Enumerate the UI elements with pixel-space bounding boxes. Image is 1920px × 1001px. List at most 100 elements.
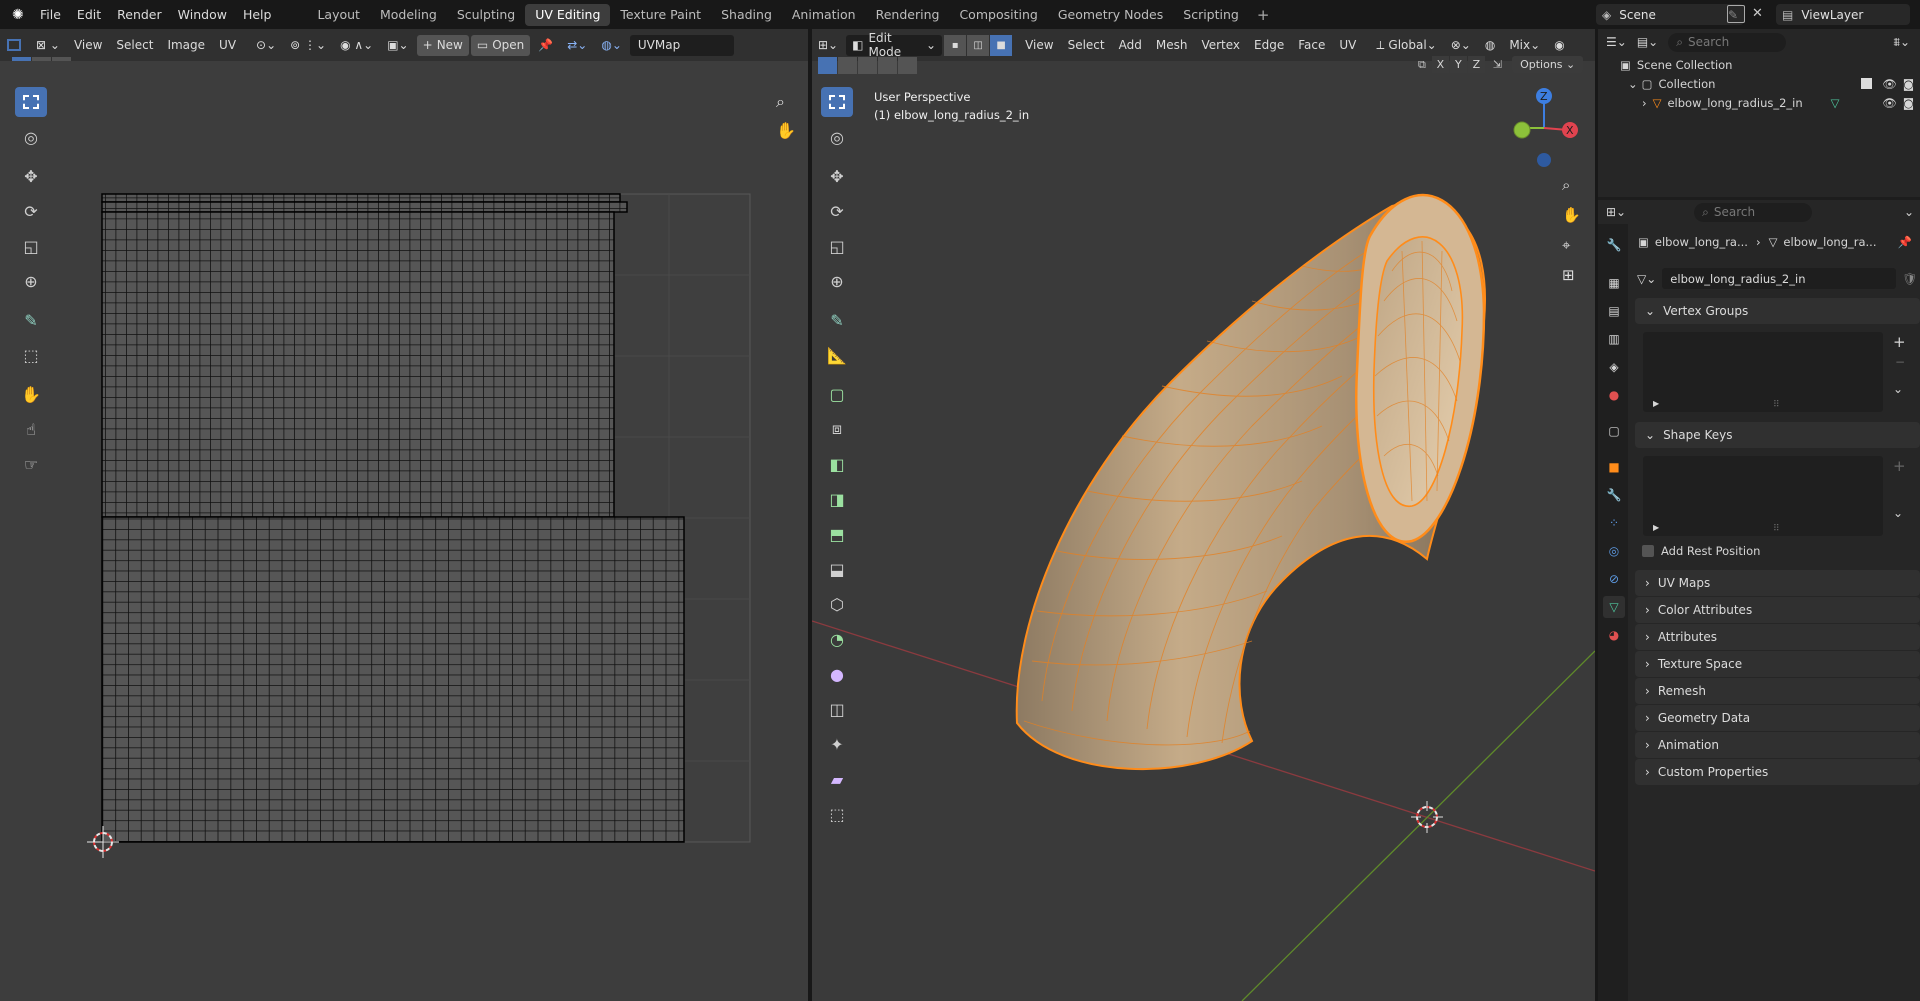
outliner-row-scene-collection[interactable]: ▣ Scene Collection: [1598, 55, 1920, 74]
delete-scene-icon[interactable]: ✕: [1752, 6, 1763, 21]
orientation-selector[interactable]: ⟂ Global ⌄: [1370, 35, 1442, 56]
breadcrumb-mesh[interactable]: elbow_long_ra...: [1783, 235, 1876, 249]
vp-select-intersect[interactable]: [898, 57, 917, 74]
menu-edit[interactable]: Edit: [69, 7, 109, 22]
vp-select-set[interactable]: [818, 57, 837, 74]
mirror-z-toggle[interactable]: Z: [1467, 56, 1485, 73]
edge-select-button[interactable]: ◫: [967, 34, 990, 56]
constraints-tab[interactable]: ⊘: [1603, 568, 1625, 590]
list-resize-handle[interactable]: ⠿: [1773, 400, 1780, 410]
uv-menu-view[interactable]: View: [68, 35, 108, 56]
tab-geometry-nodes[interactable]: Geometry Nodes: [1048, 4, 1173, 26]
face-select-button[interactable]: ■: [990, 34, 1013, 56]
uv-island-upper[interactable]: [101, 211, 615, 518]
inset-tool[interactable]: ◧: [821, 449, 853, 479]
vp-move-tool[interactable]: ✥: [821, 161, 853, 191]
vp-scale-tool[interactable]: ◱: [821, 231, 853, 261]
mesh-browse-icon[interactable]: ▽⌄: [1637, 272, 1656, 286]
mesh-data-icon[interactable]: ▽: [1831, 96, 1840, 110]
list-expand-icon[interactable]: ▶: [1653, 523, 1659, 532]
menu-window[interactable]: Window: [170, 7, 235, 22]
vp-menu-view[interactable]: View: [1019, 35, 1059, 56]
spin-tool[interactable]: ◔: [821, 624, 853, 654]
vp-zoom-icon[interactable]: ⌕: [1562, 176, 1581, 194]
add-vertex-group-button[interactable]: +: [1893, 333, 1906, 351]
tool-tab[interactable]: 🔧: [1603, 234, 1625, 256]
outliner-display-icon[interactable]: ▤⌄: [1637, 35, 1658, 49]
add-rest-position-checkbox[interactable]: [1642, 545, 1654, 557]
mirror-icon[interactable]: ⧉: [1418, 58, 1426, 72]
tab-layout[interactable]: Layout: [307, 4, 370, 26]
panel-vertex-groups[interactable]: ⌄ Vertex Groups: [1635, 298, 1920, 324]
tab-modeling[interactable]: Modeling: [370, 4, 447, 26]
loop-cut-tool[interactable]: ⬒: [821, 519, 853, 549]
vp-menu-uv[interactable]: UV: [1333, 35, 1362, 56]
uv-canvas-svg[interactable]: [0, 61, 808, 1001]
uv-island-lower[interactable]: [101, 516, 685, 843]
shear-tool[interactable]: ▰: [821, 764, 853, 794]
snap-icon[interactable]: ⊚ ⋮⌄: [284, 35, 332, 56]
snap-magnet-icon[interactable]: ◍: [1479, 35, 1501, 56]
relax-tool[interactable]: ☝: [15, 414, 47, 444]
annotate-tool[interactable]: ✎: [15, 305, 47, 335]
vp-annotate-tool[interactable]: ✎: [821, 305, 853, 335]
tab-animation[interactable]: Animation: [782, 4, 866, 26]
gizmo-y-icon[interactable]: [1513, 121, 1531, 139]
proportional-edit-icon[interactable]: ◉: [1548, 35, 1570, 56]
proportional-icon[interactable]: ◉ ∧⌄: [334, 35, 379, 56]
panel-attributes[interactable]: › Attributes: [1635, 624, 1920, 650]
vp-rotate-tool[interactable]: ⟳: [821, 196, 853, 226]
remove-vertex-group-button[interactable]: −: [1895, 355, 1905, 369]
vp-transform-tool[interactable]: ⊕: [821, 266, 853, 296]
extrude-tool[interactable]: ⧈: [821, 414, 853, 444]
panel-shape-keys[interactable]: ⌄ Shape Keys: [1635, 422, 1920, 448]
panel-texture-space[interactable]: › Texture Space: [1635, 651, 1920, 677]
scene-tab[interactable]: ◈: [1603, 356, 1625, 378]
options-dropdown[interactable]: Options ⌄: [1512, 56, 1584, 73]
cursor-tool[interactable]: ◎: [15, 122, 47, 152]
new-scene-icon[interactable]: [1727, 5, 1745, 23]
rip-region-tool[interactable]: ⬚: [821, 799, 853, 829]
modifier-tab[interactable]: 🔧: [1603, 484, 1625, 506]
vertex-groups-list[interactable]: ▶ ⠿: [1643, 332, 1883, 412]
vp-menu-add[interactable]: Add: [1113, 35, 1148, 56]
image-browse-icon[interactable]: ▣⌄: [381, 35, 414, 56]
uv-menu-select[interactable]: Select: [110, 35, 159, 56]
mirror-x-toggle[interactable]: X: [1431, 56, 1449, 73]
outliner-row-object[interactable]: › ▽ elbow_long_radius_2_in ▽ 👁 ◙: [1598, 93, 1920, 112]
view-layer-tab[interactable]: ▥: [1603, 328, 1625, 350]
vp-select-box-tool[interactable]: [821, 87, 853, 117]
rotate-tool[interactable]: ⟳: [15, 196, 47, 226]
new-image-button[interactable]: + New: [416, 34, 469, 56]
vp-menu-select[interactable]: Select: [1062, 35, 1111, 56]
tab-texture-paint[interactable]: Texture Paint: [610, 4, 711, 26]
uv-island-strip-2[interactable]: [101, 201, 628, 213]
navigation-gizmo[interactable]: Z X: [1500, 82, 1590, 172]
fake-user-icon[interactable]: 🛡: [1902, 272, 1917, 286]
edit-mode-selector[interactable]: ◧ Edit Mode ⌄: [846, 31, 943, 59]
menu-render[interactable]: Render: [109, 7, 170, 22]
transform-tool[interactable]: ⊕: [15, 266, 47, 296]
particles-tab[interactable]: ⁘: [1603, 512, 1625, 534]
uv-pan-icon[interactable]: ✋: [776, 121, 796, 140]
uv-display-icon[interactable]: ◍⌄: [595, 35, 628, 56]
bevel-tool[interactable]: ◨: [821, 484, 853, 514]
elbow-mesh[interactable]: [1015, 193, 1486, 771]
output-tab[interactable]: ▤: [1603, 300, 1625, 322]
pin-properties-icon[interactable]: 📌: [1898, 235, 1912, 249]
gizmo-neg-z-icon[interactable]: [1537, 153, 1551, 167]
edge-slide-tool[interactable]: ◫: [821, 694, 853, 724]
eye-icon[interactable]: 👁: [1882, 77, 1897, 91]
proportional-falloff-selector[interactable]: Mix ⌄: [1503, 35, 1546, 56]
material-tab[interactable]: ◕: [1603, 624, 1625, 646]
menu-file[interactable]: File: [32, 7, 69, 22]
camera-icon[interactable]: ⌖: [1562, 236, 1581, 254]
menu-help[interactable]: Help: [235, 7, 280, 22]
uvmap-field[interactable]: UVMap: [629, 34, 734, 56]
properties-options-icon[interactable]: ⌄: [1904, 205, 1914, 219]
uv-sync-icon[interactable]: ⇄⌄: [561, 35, 593, 56]
properties-search[interactable]: ⌕ Search: [1694, 202, 1813, 222]
vp-select-extend[interactable]: [838, 57, 857, 74]
object-camera-icon[interactable]: ◙: [1903, 96, 1914, 110]
viewport-editor-type-icon[interactable]: ⊞⌄: [812, 35, 844, 56]
